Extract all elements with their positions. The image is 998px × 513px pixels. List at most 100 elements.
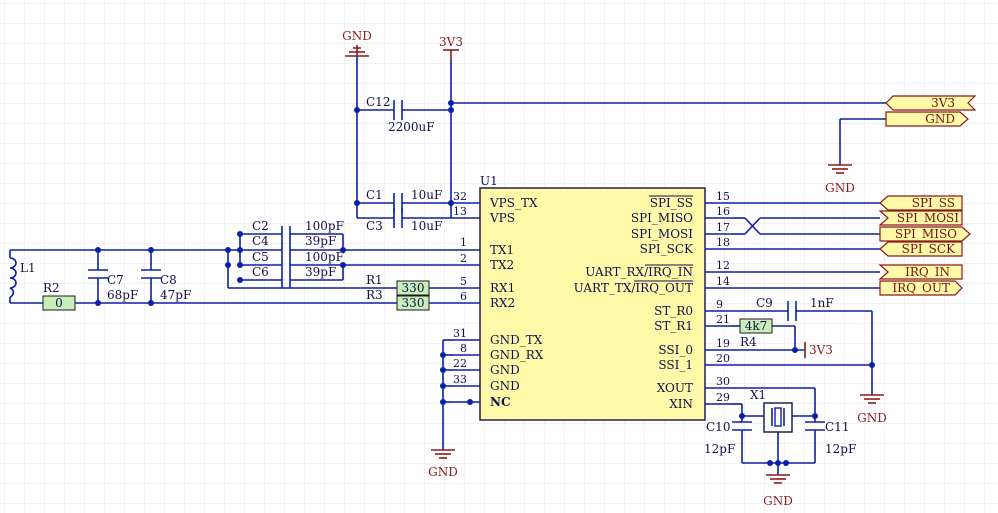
r3-value: 330 (402, 296, 425, 310)
r4-value: 4k7 (745, 319, 768, 333)
r1-ref: R1 (366, 273, 383, 287)
r2-ref: R2 (43, 281, 60, 295)
gnd-label-right: GND (857, 411, 887, 425)
gnd-label-left: GND (428, 465, 458, 479)
port-spi-sck[interactable]: SPI_SCK (879, 241, 963, 257)
port-3v3-label: 3V3 (931, 96, 955, 110)
pin-name-spi-mosi: SPI_MOSI (631, 227, 693, 241)
gnd-label-bottom: GND (763, 494, 793, 508)
port-spi-miso-label: SPI_MISO (895, 227, 957, 241)
c8-value: 47pF (160, 288, 191, 302)
pin-num-15: 15 (716, 190, 730, 203)
pin-name-vps: VPS (489, 211, 515, 225)
port-spi-ss-label: SPI_SS (912, 196, 955, 210)
chip-ref: U1 (480, 174, 498, 188)
pin-num-18: 18 (716, 236, 730, 249)
pin-num-13: 13 (453, 205, 467, 218)
pin-name-gnd-tx: GND_TX (490, 333, 543, 347)
port-gnd-label: GND (925, 112, 955, 126)
gnd-label-ports: GND (825, 181, 855, 195)
pin-name-vps-tx: VPS_TX (489, 196, 538, 210)
port-irq-out-label: IRQ_OUT (892, 281, 950, 295)
c12-ref: C12 (366, 95, 390, 109)
pin-name-gnd-b: GND (490, 379, 520, 393)
c11-ref: C11 (825, 420, 849, 434)
pin-num-19: 19 (716, 337, 730, 350)
pin-name-gnd-a: GND (490, 363, 520, 377)
c7-ref: C7 (107, 273, 124, 287)
pin-num-2: 2 (460, 252, 467, 265)
port-spi-mosi[interactable]: SPI_MOSI (878, 210, 963, 226)
r1-value: 330 (402, 281, 425, 295)
pin-num-20: 20 (716, 352, 730, 365)
c5-value: 100pF (305, 250, 344, 264)
c12-value: 2200uF (388, 120, 435, 134)
c6-ref: C6 (252, 265, 269, 279)
r3-ref: R3 (366, 288, 383, 302)
c4-ref: C4 (252, 234, 269, 248)
c5-ref: C5 (252, 250, 269, 264)
c9-value: 1nF (810, 296, 834, 310)
r2-value: 0 (55, 296, 63, 310)
schematic-canvas: U1 VPS_TX VPS TX1 TX2 RX1 RX2 GND_TX GND… (0, 0, 998, 513)
port-spi-miso[interactable]: SPI_MISO (879, 226, 971, 242)
c10-ref: C10 (706, 420, 730, 434)
pin-name-rx2: RX2 (490, 296, 515, 310)
l1-ref: L1 (20, 261, 36, 275)
pin-num-17: 17 (716, 221, 730, 234)
port-irq-in[interactable]: IRQ_IN (878, 264, 963, 280)
pin-name-tx1: TX1 (490, 243, 514, 257)
pin-name-xout: XOUT (657, 381, 693, 395)
c1-value: 10uF (411, 188, 442, 202)
pin-num-21: 21 (716, 313, 730, 326)
pin-num-6: 6 (460, 290, 467, 303)
pin-num-30: 30 (716, 375, 730, 388)
pin-name-spi-miso: SPI_MISO (631, 211, 693, 225)
c2-ref: C2 (252, 219, 269, 233)
c4-value: 39pF (305, 234, 336, 248)
pin-num-16: 16 (716, 205, 730, 218)
pin-name-nc: NC (490, 395, 511, 409)
c1-ref: C1 (366, 188, 383, 202)
pin-num-5: 5 (460, 275, 467, 288)
pin-name-uart-tx: UART_TX/IRQ_OUT (574, 281, 693, 295)
c10-value: 12pF (704, 442, 735, 456)
pin-name-xin: XIN (669, 397, 693, 411)
pin-name-uart-rx: UART_RX/IRQ_IN (585, 265, 693, 279)
pin-name-st-r1: ST_R1 (654, 319, 693, 333)
c7-value: 68pF (107, 288, 138, 302)
pin-name-ssi-1: SSI_1 (658, 358, 693, 372)
pin-num-22: 22 (453, 357, 467, 370)
pin-name-tx2: TX2 (490, 258, 514, 272)
c9-ref: C9 (756, 296, 773, 310)
pin-num-8: 8 (460, 342, 467, 355)
pin-name-spi-sck: SPI_SCK (640, 242, 694, 256)
c2-value: 100pF (305, 219, 344, 233)
pin-num-31: 31 (453, 327, 467, 340)
pin-name-spi-ss: SPI_SS (650, 196, 693, 210)
gnd-label-top: GND (342, 29, 372, 43)
r4-ref: R4 (740, 335, 757, 349)
v33-label-right: 3V3 (809, 343, 833, 357)
port-spi-mosi-label: SPI_MOSI (897, 211, 959, 225)
pin-num-29: 29 (716, 391, 730, 404)
c11-value: 12pF (825, 442, 856, 456)
port-irq-out[interactable]: IRQ_OUT (879, 280, 963, 296)
port-3v3[interactable]: 3V3 (885, 95, 977, 111)
pin-num-9: 9 (716, 298, 723, 311)
c3-ref: C3 (366, 219, 383, 233)
pin-name-st-r0: ST_R0 (654, 304, 693, 318)
port-gnd[interactable]: GND (885, 111, 969, 127)
pin-num-32: 32 (453, 190, 467, 203)
c3-value: 10uF (411, 219, 442, 233)
pin-num-14: 14 (716, 275, 730, 288)
pin-num-33: 33 (453, 373, 467, 386)
pin-name-rx1: RX1 (490, 281, 515, 295)
pin-num-12: 12 (716, 259, 730, 272)
pin-name-ssi-0: SSI_0 (658, 343, 693, 357)
port-irq-in-label: IRQ_IN (905, 265, 950, 279)
port-spi-sck-label: SPI_SCK (902, 242, 956, 256)
v33-label-top: 3V3 (439, 35, 463, 49)
port-spi-ss[interactable]: SPI_SS (879, 195, 963, 211)
pin-num-1: 1 (460, 236, 467, 249)
